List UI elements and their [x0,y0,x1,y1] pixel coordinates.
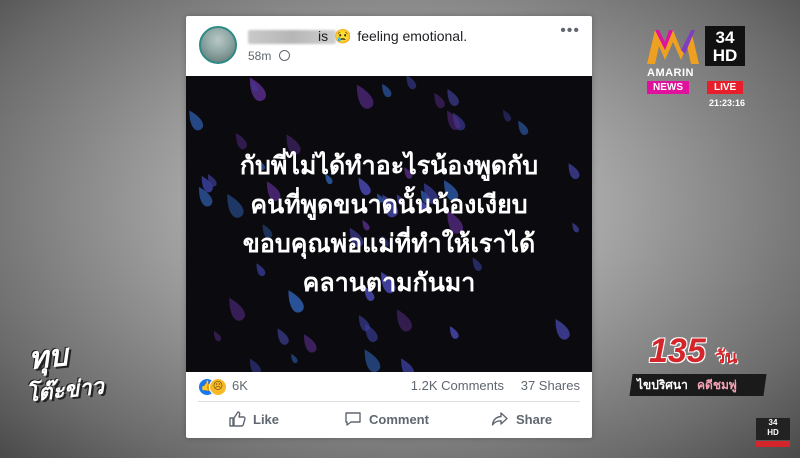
divider [198,401,580,402]
raindrop [449,326,459,339]
raindrop [213,330,222,342]
quote-line: กับพี่ไม่ได้ทำอะไรน้องพูดกับ [239,151,539,180]
facebook-post: is 😢 feeling emotional. 58m ••• กับพี่ไม… [186,16,592,438]
raindrop [406,76,417,90]
raindrop [518,120,529,136]
status-line: is 😢 feeling emotional. [318,28,467,45]
hd-label: HD [712,46,738,65]
raindrop [401,358,415,372]
days-number: 135 [649,332,706,370]
more-dots-icon[interactable]: ••• [560,22,580,40]
post-time[interactable]: 58m [248,49,271,63]
raindrop [382,83,392,98]
post-meta: 58m [248,49,290,63]
badge-title-2: คดีชมพู่ [697,378,737,392]
live-tag: LIVE [707,81,744,94]
raindrop [277,328,289,345]
raindrop [447,89,459,106]
raindrop [356,84,374,109]
raindrop [249,358,261,372]
shares-count[interactable]: 37 Shares [521,378,580,393]
comment-icon [345,412,361,426]
corner-red-strip [756,441,790,447]
quote-text: กับพี่ไม่ได้ทำอะไรน้องพูดกับ คนที่พูดขนา… [186,146,592,302]
raindrop [291,353,298,364]
news-tag: NEWS [647,81,689,94]
raindrop [503,109,512,122]
sad-emoji-icon: 😢 [334,28,352,44]
raindrop [555,319,570,340]
quote-line: คนที่พูดขนาดนั้นน้องเงียบ [250,190,528,219]
story-badge: 135 วัน ไขปริศนา คดีชมพู่ [627,332,767,404]
corner-channel-logo: 34 HD [756,418,792,450]
raindrop [189,110,204,131]
comment-label: Comment [369,411,429,427]
channel-logo: 34 HD AMARIN NEWS LIVE 21:23:16 [645,24,755,110]
share-label: Share [516,411,553,427]
status-text: feeling emotional. [357,28,468,44]
quote-line: ขอบคุณพ่อแม่ที่ทำให้เราได้ [242,229,536,258]
amarin-m-logo-icon [647,30,699,64]
channel-number: 34 [715,28,735,47]
post-header: is 😢 feeling emotional. 58m ••• [186,16,592,76]
corner-number: 34 HD [756,418,790,440]
channel-number-box: 34 HD [705,26,745,66]
globe-icon [278,50,290,61]
raindrop [364,349,381,372]
post-actions: Like Comment Share [186,404,592,438]
thumbs-up-icon [229,411,246,427]
status-word: is [318,28,329,44]
show-logo: ทุบ โต๊ะข่าว [18,327,117,410]
post-image[interactable]: กับพี่ไม่ได้ทำอะไรน้องพูดกับ คนที่พูดขนา… [186,76,592,372]
quote-line: คลานตามกันมา [302,268,476,297]
reaction-count[interactable]: 6K [232,378,248,393]
days-unit: วัน [715,347,738,368]
raindrop [304,334,317,353]
share-arrow-icon [491,412,508,426]
reactions[interactable]: 👍 ☹ [198,378,232,396]
like-button[interactable]: Like [228,404,279,434]
comments-count[interactable]: 1.2K Comments [411,378,504,393]
raindrop [434,92,445,109]
avatar[interactable] [199,26,237,64]
sad-reaction-icon: ☹ [209,378,227,396]
show-logo-line2: โต๊ะข่าว [25,374,106,408]
raindrop [396,309,412,332]
share-button[interactable]: Share [491,404,552,434]
like-label: Like [253,411,280,427]
post-stats: 👍 ☹ 6K 1.2K Comments 37 Shares [186,374,592,398]
channel-name: AMARIN [647,67,694,79]
broadcast-time: 21:23:16 [709,98,746,108]
badge-title-1: ไขปริศนา [637,378,688,392]
comment-button[interactable]: Comment [344,404,429,434]
